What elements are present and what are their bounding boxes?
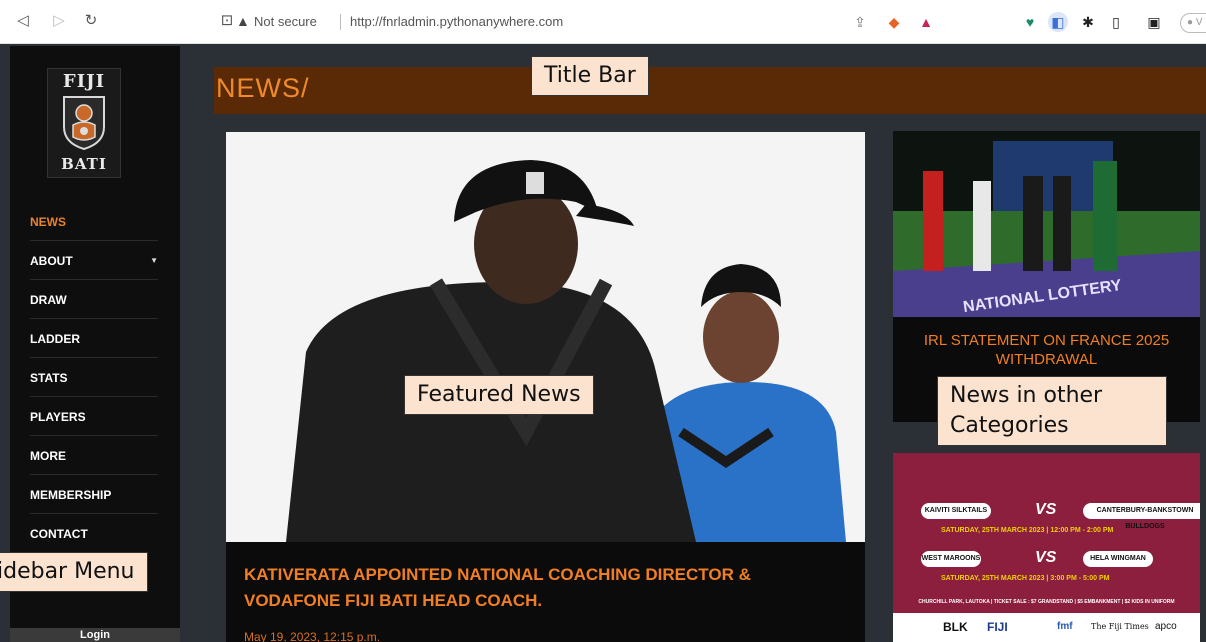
login-button[interactable]: Login: [10, 628, 180, 642]
featured-date: May 19, 2023, 12:15 p.m.: [244, 630, 381, 642]
side-news-card[interactable]: KAIVITI SILKTAILS VS CANTERBURY-BANKSTOW…: [893, 453, 1200, 642]
brave-shield-icon[interactable]: ◆: [884, 12, 904, 32]
venue-text: CHURCHILL PARK, LAUTOKA | TICKET SALE : …: [918, 599, 1175, 605]
world-cup-photo-icon: NATIONAL LOTTERY: [893, 131, 1200, 317]
team-label: HELA WINGMAN: [1083, 551, 1153, 567]
sidebar-item-players[interactable]: PLAYERS: [30, 397, 158, 436]
annotation-line: News in other: [950, 383, 1103, 408]
sidebar-toggle-icon[interactable]: ▯: [1106, 12, 1126, 32]
page-title: NEWS/: [216, 73, 310, 103]
match-row: WEST MAROONS VS HELA WINGMAN: [917, 549, 1177, 569]
sponsor-logo: apco: [1155, 621, 1177, 632]
side-news-image[interactable]: NATIONAL LOTTERY: [893, 131, 1200, 317]
annotation-line: Categories: [950, 413, 1069, 438]
featured-caption: KATIVERATA APPOINTED NATIONAL COACHING D…: [226, 542, 865, 642]
security-label: Not secure: [254, 14, 317, 29]
sponsor-strip: BLK FIJI fmf The Fiji Times apco: [893, 613, 1200, 642]
warning-icon: ▲: [236, 13, 250, 29]
address-bar[interactable]: ▲ Not secure http://fnrladmin.pythonanyw…: [214, 10, 940, 36]
back-arrow-icon[interactable]: ◁: [12, 10, 34, 32]
forward-arrow-icon[interactable]: ▷: [48, 10, 70, 32]
team-label: KAIVITI SILKTAILS: [921, 503, 991, 519]
team-label: WEST MAROONS: [921, 551, 981, 567]
title-bar: NEWS/: [214, 67, 1206, 114]
annotation-title-bar: Title Bar: [531, 56, 649, 96]
sidebar-item-label: ABOUT: [30, 254, 73, 268]
reload-icon[interactable]: ↻: [80, 10, 102, 32]
extension-heart-icon[interactable]: ♥: [1020, 12, 1040, 32]
sponsor-logo: FIJI: [987, 620, 1008, 634]
match-date: SATURDAY, 25TH MARCH 2023 | 12:00 PM - 2…: [941, 527, 1114, 534]
match-row: KAIVITI SILKTAILS VS CANTERBURY-BANKSTOW…: [917, 501, 1200, 530]
sidebar-item-news[interactable]: NEWS: [30, 202, 158, 241]
team-label: CANTERBURY-BANKSTOWN BULLDOGS: [1083, 503, 1200, 530]
url-separator: [340, 14, 341, 30]
coaches-photo-icon: [226, 132, 865, 542]
share-icon[interactable]: ⇪: [850, 12, 870, 32]
annotation-other-categories: News in other Categories: [937, 376, 1167, 446]
sponsor-logo: The Fiji Times: [1091, 622, 1149, 631]
caret-down-icon: ▼: [150, 256, 158, 265]
sidebar-item-label: MEMBERSHIP: [30, 488, 112, 502]
sidebar-item-about[interactable]: ABOUT ▼: [30, 241, 158, 280]
sidebar-item-membership[interactable]: MEMBERSHIP: [30, 475, 158, 514]
sidebar-item-label: STATS: [30, 371, 68, 385]
shield-icon: [63, 96, 105, 151]
sidebar-menu: NEWS ABOUT ▼ DRAW LADDER STATS PLAYERS MO…: [30, 202, 158, 553]
side-news-title[interactable]: IRL STATEMENT ON FRANCE 2025 WITHDRAWAL: [903, 331, 1190, 369]
annotation-sidebar-menu: idebar Menu: [0, 552, 148, 592]
sidebar-item-label: NEWS: [30, 215, 66, 229]
sidebar-item-label: MORE: [30, 449, 66, 463]
logo-bottom-text: BATI: [61, 155, 107, 173]
sidebar-item-stats[interactable]: STATS: [30, 358, 158, 397]
url-text[interactable]: http://fnrladmin.pythonanywhere.com: [350, 14, 563, 29]
logo-top-text: FIJI: [62, 71, 106, 92]
featured-headline[interactable]: KATIVERATA APPOINTED NATIONAL COACHING D…: [244, 562, 834, 614]
vs-text: VS: [1035, 501, 1057, 518]
sponsor-logo: BLK: [943, 620, 968, 634]
sponsor-logo: fmf: [1057, 621, 1073, 632]
match-date: SATURDAY, 25TH MARCH 2023 | 3:00 PM - 5:…: [941, 575, 1110, 582]
brave-rewards-icon[interactable]: ▲: [916, 12, 936, 32]
sidebar-item-ladder[interactable]: LADDER: [30, 319, 158, 358]
vs-text: VS: [1035, 549, 1057, 566]
featured-news-image[interactable]: [226, 132, 865, 542]
sidebar-item-label: DRAW: [30, 293, 67, 307]
fiji-bati-logo[interactable]: FIJI BATI: [47, 68, 121, 178]
sidebar-item-contact[interactable]: CONTACT: [30, 514, 158, 553]
sidebar-item-draw[interactable]: DRAW: [30, 280, 158, 319]
browser-toolbar: ◁ ▷ ↻ ⊡ ▲ Not secure http://fnrladmin.py…: [0, 0, 1206, 44]
extension-translate-icon[interactable]: ◧: [1048, 12, 1068, 32]
extensions-puzzle-icon[interactable]: ✱: [1078, 12, 1098, 32]
vpn-pill[interactable]: ● V: [1180, 13, 1206, 33]
wallet-icon[interactable]: ▣: [1144, 12, 1164, 32]
sidebar-item-more[interactable]: MORE: [30, 436, 158, 475]
annotation-featured-news: Featured News: [404, 375, 594, 415]
sidebar-item-label: LADDER: [30, 332, 80, 346]
sidebar-item-label: PLAYERS: [30, 410, 86, 424]
sidebar-item-label: CONTACT: [30, 527, 88, 541]
